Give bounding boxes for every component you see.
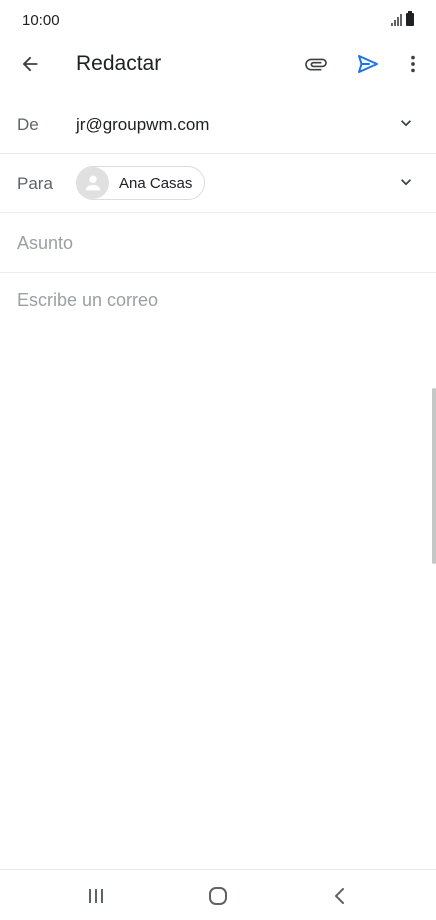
navigation-bar [0,869,436,920]
chevron-down-icon [401,120,411,127]
status-icons [391,11,414,26]
avatar [77,167,109,199]
page-title: Redactar [76,52,162,75]
nav-back-icon [335,888,344,904]
nav-back-button[interactable] [316,878,364,914]
send-button[interactable] [348,44,388,84]
home-button[interactable] [194,878,242,914]
chevron-down-icon [401,179,411,186]
subject-field[interactable]: Asunto [0,213,436,273]
from-expand-button[interactable] [388,105,424,141]
subject-placeholder: Asunto [17,233,74,253]
recent-apps-button[interactable] [72,878,120,914]
battery-icon [406,11,414,26]
scroll-indicator[interactable] [432,388,436,564]
status-bar: 10:00 [0,0,436,40]
app-bar: Redactar [0,40,436,90]
paperclip-icon [305,58,327,71]
recipient-name: Ana Casas [119,174,193,192]
to-row: Para Ana Casas [0,154,436,213]
recipient-chip[interactable]: Ana Casas [76,166,206,200]
more-options-button[interactable] [393,44,433,84]
home-icon [209,887,227,905]
recent-apps-icon [89,889,103,903]
person-icon [85,175,101,191]
to-label: Para [17,174,53,193]
send-icon [358,55,378,73]
status-time: 10:00 [22,12,60,29]
from-value[interactable]: jr@groupwm.com [76,115,209,135]
more-vert-icon [411,55,415,73]
from-row: De jr@groupwm.com [0,95,436,154]
from-label: De [17,115,39,134]
attach-button[interactable] [296,44,336,84]
signal-icon [391,14,402,26]
body-field[interactable]: Escribe un correo [17,290,158,311]
arrow-back-icon [22,56,38,72]
to-expand-button[interactable] [388,164,424,200]
back-button[interactable] [10,44,50,84]
